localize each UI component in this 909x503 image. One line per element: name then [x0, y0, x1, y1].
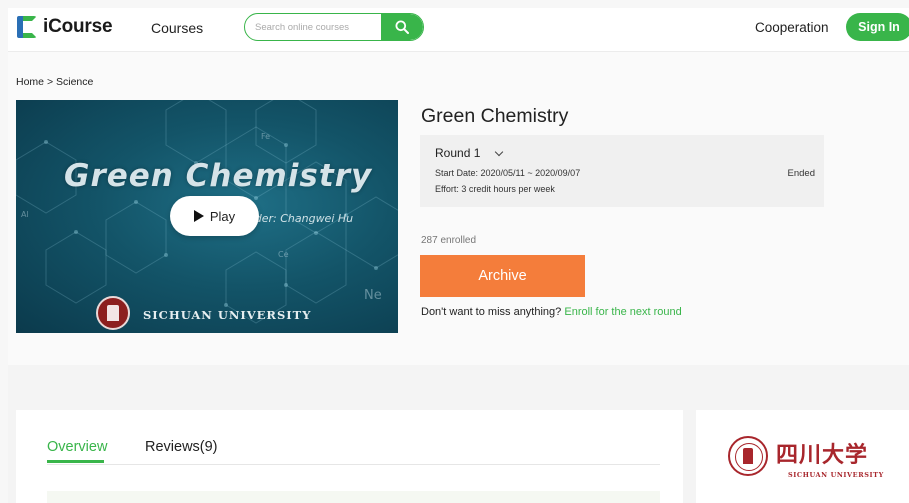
round-effort: Effort: 3 credit hours per week — [435, 184, 555, 194]
play-button[interactable]: Play — [170, 196, 259, 236]
element-tag: Al — [21, 210, 29, 219]
next-round-prefix: Don't want to miss anything? — [421, 306, 562, 318]
video-title-text: Green Chemistry — [64, 158, 373, 194]
play-label: Play — [209, 208, 236, 224]
enroll-next-round-link[interactable]: Enroll for the next round — [564, 306, 681, 318]
top-navbar: iCourse Courses Cooperation Sign In — [8, 8, 909, 52]
element-tag: Ne — [364, 288, 382, 303]
course-title: Green Chemistry — [421, 105, 569, 127]
course-detail-card: Overview Reviews(9) — [16, 410, 683, 503]
breadcrumb-home[interactable]: Home — [16, 76, 44, 88]
logo-text: iCourse — [43, 16, 113, 37]
sign-in-button[interactable]: Sign In — [846, 13, 909, 41]
tab-overview[interactable]: Overview — [47, 439, 107, 455]
active-tab-indicator — [47, 460, 104, 463]
breadcrumb-current[interactable]: Science — [56, 76, 93, 88]
nav-courses-link[interactable]: Courses — [151, 20, 203, 36]
university-name-en: SICHUAN UNIVERSITY — [788, 471, 884, 479]
element-tag: Fe — [261, 132, 271, 141]
nav-cooperation-link[interactable]: Cooperation — [755, 20, 829, 35]
search-input[interactable] — [255, 14, 380, 40]
university-card[interactable]: 四川大学 SICHUAN UNIVERSITY — [696, 410, 909, 503]
university-seal-icon — [728, 436, 768, 476]
round-status: Ended — [787, 168, 815, 179]
overview-content-box — [47, 491, 660, 503]
element-tag: Ce — [278, 250, 289, 259]
university-seal-icon — [96, 296, 130, 330]
logo-mark-icon — [17, 16, 37, 38]
chevron-down-icon — [495, 147, 504, 156]
search-box — [244, 13, 424, 41]
next-round-text: Don't want to miss anything? Enroll for … — [421, 306, 682, 318]
course-video-player[interactable]: Fe Al Ce Ne Green Chemistry ader: Changw… — [16, 100, 398, 333]
tabs-divider — [47, 464, 660, 465]
round-dates: Start Date: 2020/05/11 ~ 2020/09/07 — [435, 168, 581, 178]
page-frame: iCourse Courses Cooperation Sign In Home… — [8, 8, 909, 503]
round-label: Round 1 — [435, 146, 481, 160]
search-button[interactable] — [381, 14, 423, 40]
university-name-cn: 四川大学 — [776, 442, 869, 468]
archive-button[interactable]: Archive — [420, 255, 585, 297]
round-select[interactable]: Round 1 — [435, 146, 504, 160]
video-leader-text: ader: Changwei Hu — [248, 212, 354, 225]
play-icon — [193, 210, 204, 222]
round-info-box: Round 1 Start Date: 2020/05/11 ~ 2020/09… — [420, 135, 824, 207]
site-logo[interactable]: iCourse — [17, 16, 113, 38]
search-icon — [395, 20, 409, 34]
breadcrumb-separator: > — [46, 76, 54, 88]
enrolled-count: 287 enrolled — [421, 235, 477, 246]
video-university-text: SICHUAN UNIVERSITY — [143, 308, 312, 322]
breadcrumb: Home > Science — [16, 76, 93, 88]
tab-reviews[interactable]: Reviews(9) — [145, 439, 218, 455]
